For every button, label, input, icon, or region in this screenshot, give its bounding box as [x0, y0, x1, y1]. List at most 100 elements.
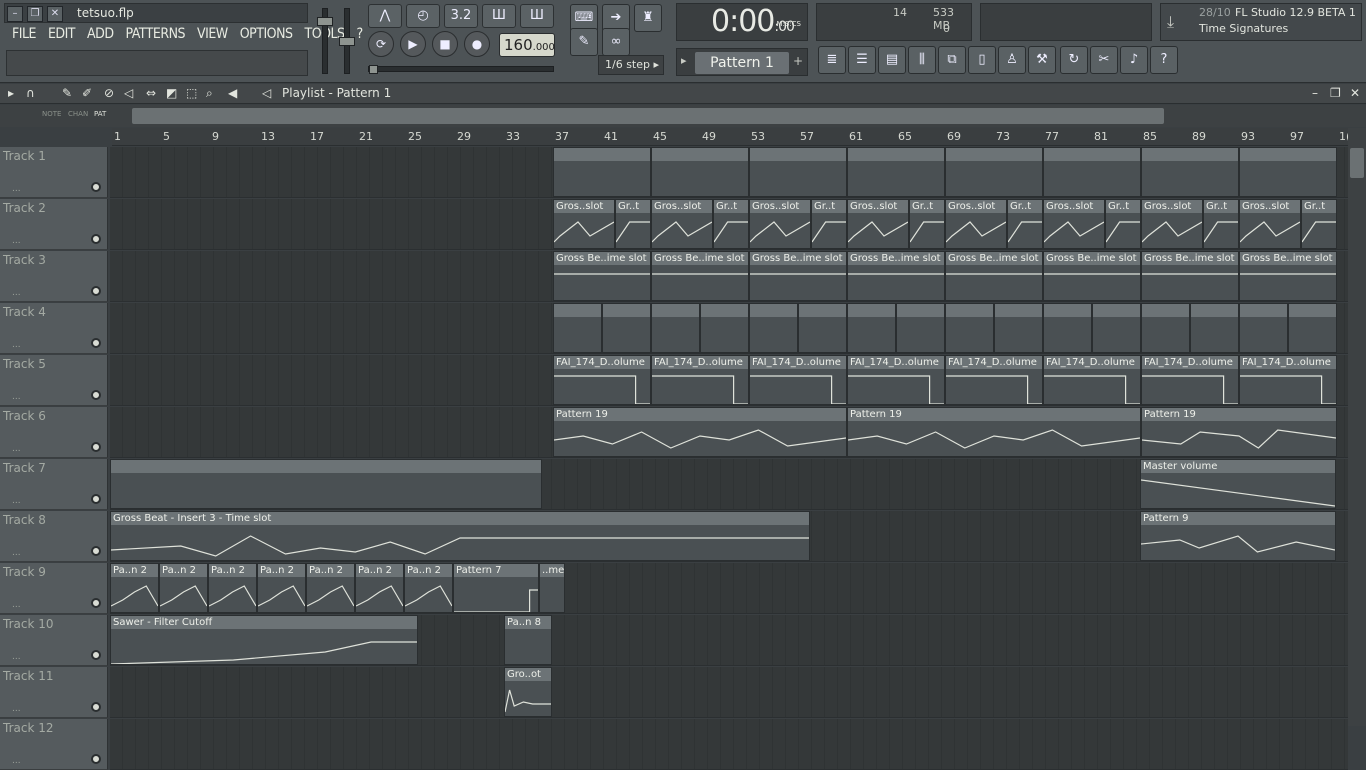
playlist-clip[interactable] — [749, 303, 798, 353]
brush-icon[interactable]: ✎ — [570, 28, 598, 56]
playlist-clip[interactable]: Pattern 19 — [1141, 407, 1337, 457]
playlist-clip[interactable]: Pa..n 2 — [208, 563, 257, 613]
playlist-clip[interactable]: Gros..slot — [1043, 199, 1105, 249]
help-icon[interactable]: ? — [1150, 46, 1178, 74]
playlist-clip[interactable] — [110, 459, 542, 509]
playlist-clip[interactable]: Gross Be..ime slot — [945, 251, 1043, 301]
close-icon[interactable]: ✕ — [1350, 86, 1360, 100]
playlist-clip[interactable] — [798, 303, 847, 353]
playlist-clip[interactable]: Master volume — [1140, 459, 1336, 509]
minimize-icon[interactable]: – — [7, 6, 23, 22]
song-position-slider[interactable] — [368, 65, 554, 74]
playlist-clip[interactable]: ..me — [539, 563, 565, 613]
playlist-clip[interactable]: Gr..t — [1203, 199, 1239, 249]
add-pattern-icon[interactable]: + — [793, 54, 803, 68]
playlist-clip[interactable]: Gros..slot — [847, 199, 909, 249]
loop-record-icon[interactable]: Ш — [520, 4, 554, 28]
snap-selector[interactable]: 1/6 step ▸ — [598, 55, 664, 75]
playlist-clip[interactable]: Gr..t — [1007, 199, 1043, 249]
minimize-icon[interactable]: – — [1312, 86, 1318, 100]
track-lane[interactable] — [110, 303, 1348, 354]
piano-roll-icon[interactable]: ▤ — [878, 46, 906, 74]
playlist-clip[interactable]: Pa..n 8 — [504, 615, 552, 665]
countdown-button[interactable]: 3.2 — [444, 4, 478, 28]
playlist-clip[interactable] — [1141, 147, 1239, 197]
play-button[interactable]: ▶ — [400, 31, 426, 57]
track-header[interactable]: Track 5... — [0, 355, 108, 406]
pattern-selector[interactable]: ▸ Pattern 1 + — [676, 48, 808, 76]
zoom-icon[interactable]: ⌕ — [206, 86, 213, 101]
playback-icon[interactable]: ◀ — [228, 86, 237, 100]
track-header[interactable]: Track 4... — [0, 303, 108, 354]
channel-rack-icon[interactable]: ☰ — [848, 46, 876, 74]
playlist-clip[interactable]: FAI_174_D..olume — [945, 355, 1043, 405]
playlist-clip[interactable]: Gros..slot — [651, 199, 713, 249]
pencil-icon[interactable]: ✎ — [62, 86, 72, 100]
playlist-clip[interactable] — [994, 303, 1043, 353]
playlist-clip[interactable] — [1043, 303, 1092, 353]
playlist-clip[interactable] — [1141, 303, 1190, 353]
track-lane[interactable]: Sawer - Filter Cutoff Pa..n 8 — [110, 615, 1348, 666]
track-enable-button[interactable] — [91, 754, 101, 764]
playlist-clip[interactable] — [651, 147, 749, 197]
playlist-clip[interactable]: Pa..n 2 — [159, 563, 208, 613]
track-lane[interactable]: Gross Be..ime slot Gross Be..ime slot Gros… — [110, 251, 1348, 302]
playlist-clip[interactable]: Pa..n 2 — [355, 563, 404, 613]
slice-icon[interactable]: ◩ — [166, 86, 177, 100]
playlist-clip[interactable] — [553, 147, 651, 197]
select-icon[interactable]: ⬚ — [186, 86, 197, 100]
menu-item-add[interactable]: ADD — [81, 26, 120, 46]
track-header[interactable]: Track 6... — [0, 407, 108, 458]
playlist-clip[interactable]: FAI_174_D..olume — [651, 355, 749, 405]
playlist-clip[interactable]: FAI_174_D..olume — [749, 355, 847, 405]
menu-item-options[interactable]: OPTIONS — [234, 26, 299, 46]
track-lane[interactable]: Pa..n 2 Pa..n 2 Pa..n 2 Pa..n 2 Pa..n 2 Pa..n… — [110, 563, 1348, 614]
playlist-clip[interactable]: Gr..t — [909, 199, 945, 249]
playlist-clip[interactable]: Pattern 19 — [847, 407, 1141, 457]
track-lane[interactable]: Gros..slot Gr..t Gros..slot Gr..t Gros..slot… — [110, 199, 1348, 250]
playlist-clip[interactable]: Gro..ot — [504, 667, 552, 717]
playlist-clip[interactable] — [945, 147, 1043, 197]
track-header[interactable]: Track 1... — [0, 147, 108, 198]
playlist-clip[interactable] — [847, 303, 896, 353]
playlist-clip[interactable]: Sawer - Filter Cutoff — [110, 615, 418, 665]
track-enable-button[interactable] — [91, 546, 101, 556]
playlist-clip[interactable]: Gros..slot — [945, 199, 1007, 249]
menu-item-file[interactable]: FILE — [6, 26, 42, 46]
track-lane[interactable]: Gro..ot — [110, 667, 1348, 718]
playlist-clip[interactable] — [749, 147, 847, 197]
track-enable-button[interactable] — [91, 650, 101, 660]
playlist-clip[interactable] — [1239, 303, 1288, 353]
playlist-clip[interactable]: FAI_174_D..olume — [1239, 355, 1337, 405]
close-icon[interactable]: ✕ — [47, 6, 63, 22]
record-button[interactable]: ● — [464, 31, 490, 57]
track-enable-button[interactable] — [91, 702, 101, 712]
tempo-display[interactable]: 160.000 — [499, 33, 555, 57]
playlist-clip[interactable] — [945, 303, 994, 353]
hat-icon[interactable]: ♜ — [634, 4, 662, 32]
playlist-clip[interactable]: Gross Be..ime slot — [847, 251, 945, 301]
track-lane[interactable]: Pattern 19 Pattern 19 Pattern 19 — [110, 407, 1348, 458]
link-icon[interactable]: ∞ — [602, 28, 630, 56]
playlist-clip[interactable]: Gross Be..ime slot — [651, 251, 749, 301]
playlist-clip[interactable]: FAI_174_D..olume — [553, 355, 651, 405]
playlist-clip[interactable]: Gros..slot — [1141, 199, 1203, 249]
playlist-clip[interactable]: Pa..n 2 — [404, 563, 453, 613]
clock-icon[interactable]: ◴ — [406, 4, 440, 28]
track-header[interactable]: Track 2... — [0, 199, 108, 250]
browser-icon[interactable]: ▯ — [968, 46, 996, 74]
metronome-icon[interactable]: ⋀ — [368, 4, 402, 28]
horizontal-scrollbar[interactable]: NOTE CHAN PAT — [0, 105, 1366, 127]
track-enable-button[interactable] — [91, 598, 101, 608]
mixer-icon[interactable]: ⫼ — [908, 46, 936, 74]
menu-item-view[interactable]: VIEW — [191, 26, 234, 46]
playlist-clip[interactable]: Gros..slot — [749, 199, 811, 249]
vertical-scrollbar[interactable] — [1348, 128, 1366, 726]
playlist-clip[interactable]: Pa..n 2 — [306, 563, 355, 613]
playlist-clip[interactable]: Pa..n 2 — [110, 563, 159, 613]
playlist-clip[interactable] — [847, 147, 945, 197]
playlist-clip[interactable] — [1239, 147, 1337, 197]
playlist-clip[interactable]: FAI_174_D..olume — [847, 355, 945, 405]
playlist-clip[interactable] — [700, 303, 749, 353]
master-volume-slider[interactable] — [317, 8, 333, 74]
